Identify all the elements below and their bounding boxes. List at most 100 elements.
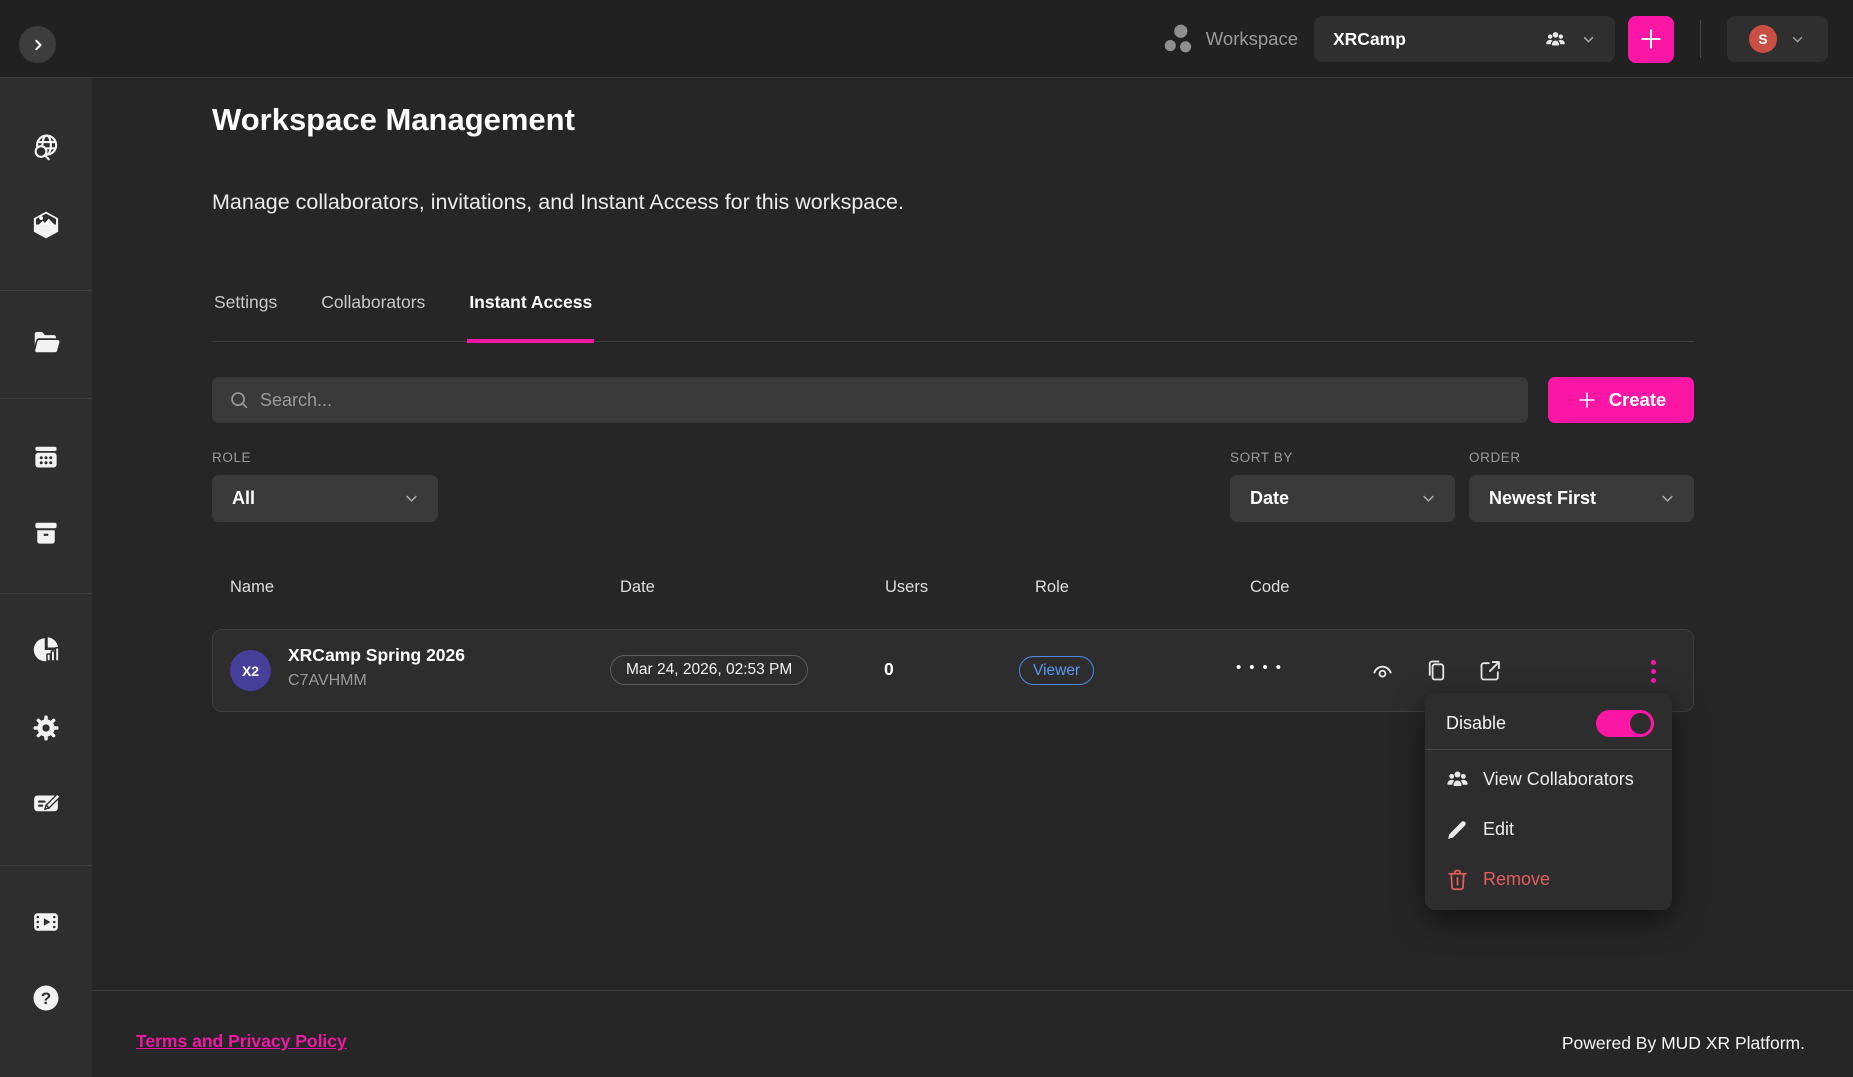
chevron-down-icon xyxy=(1789,31,1806,48)
sidebar-item-events[interactable] xyxy=(31,442,61,472)
disable-label: Disable xyxy=(1446,713,1506,734)
sidebar-item-analytics[interactable] xyxy=(31,635,61,665)
workspace-name: XRCamp xyxy=(1333,29,1544,50)
sidebar-expand-button[interactable] xyxy=(19,26,56,63)
tab-settings[interactable]: Settings xyxy=(212,290,279,343)
menu-item-label: Remove xyxy=(1483,869,1550,890)
chevron-down-icon xyxy=(402,489,421,508)
workspace-logo-icon xyxy=(1161,21,1197,57)
create-button[interactable]: Create xyxy=(1548,377,1694,423)
role-filter-group: ROLE All xyxy=(212,450,438,522)
people-icon xyxy=(1544,28,1567,51)
column-header-name: Name xyxy=(230,578,274,597)
menu-divider xyxy=(1425,749,1672,750)
order-value: Newest First xyxy=(1489,488,1596,509)
powered-by-text: Powered By MUD XR Platform. xyxy=(1562,1033,1805,1054)
tab-bar: Settings Collaborators Instant Access xyxy=(212,290,1694,343)
menu-item-label: View Collaborators xyxy=(1483,769,1634,790)
plus-icon xyxy=(1638,26,1664,52)
globe-search-icon xyxy=(31,132,61,162)
disable-toggle[interactable] xyxy=(1596,710,1654,737)
reveal-eye-icon xyxy=(1369,657,1396,684)
column-header-role: Role xyxy=(1035,578,1069,597)
open-link-button[interactable] xyxy=(1477,657,1504,684)
search-input[interactable] xyxy=(212,377,1528,423)
role-filter-dropdown[interactable]: All xyxy=(212,475,438,522)
archive-box-icon xyxy=(31,518,61,548)
main-content: Workspace Management Manage collaborator… xyxy=(92,78,1853,1077)
svg-text:?: ? xyxy=(41,989,51,1008)
chevron-down-icon xyxy=(1580,31,1597,48)
terms-privacy-link[interactable]: Terms and Privacy Policy xyxy=(136,1031,347,1052)
sort-dropdown[interactable]: Date xyxy=(1230,475,1455,522)
order-filter-group: ORDER Newest First xyxy=(1469,450,1694,522)
page-title: Workspace Management xyxy=(212,102,575,138)
user-avatar: S xyxy=(1749,25,1777,53)
sidebar-item-content-editor[interactable] xyxy=(31,788,61,818)
chevron-down-icon xyxy=(1658,489,1677,508)
film-play-icon xyxy=(31,907,61,937)
help-circle-icon: ? xyxy=(31,983,61,1013)
reveal-code-button[interactable] xyxy=(1369,657,1396,684)
trash-icon xyxy=(1445,867,1470,892)
add-workspace-button[interactable] xyxy=(1628,16,1674,63)
sidebar-item-archive[interactable] xyxy=(31,518,61,548)
row-users-count: 0 xyxy=(884,659,894,680)
workspace-brand: Workspace xyxy=(1161,21,1298,57)
workspace-label: Workspace xyxy=(1206,28,1298,50)
column-header-code: Code xyxy=(1250,578,1289,597)
row-actions-menu-button[interactable] xyxy=(1637,651,1669,691)
role-filter-label: ROLE xyxy=(212,450,438,465)
people-icon xyxy=(1445,767,1470,792)
create-button-label: Create xyxy=(1609,389,1667,411)
sidebar-item-help[interactable]: ? xyxy=(31,983,61,1013)
sidebar-divider xyxy=(0,593,92,594)
sidebar-item-spaces[interactable] xyxy=(31,210,61,240)
topbar-divider xyxy=(1700,20,1701,58)
tab-instant-access[interactable]: Instant Access xyxy=(467,290,594,343)
page-subtitle: Manage collaborators, invitations, and I… xyxy=(212,190,904,215)
sidebar-item-explore[interactable] xyxy=(31,132,61,162)
copy-code-button[interactable] xyxy=(1423,657,1450,684)
menu-item-label: Edit xyxy=(1483,819,1514,840)
sidebar-item-projects[interactable] xyxy=(31,327,61,357)
calendar-grid-icon xyxy=(31,442,61,472)
row-role-badge: Viewer xyxy=(1019,656,1094,685)
sidebar-divider xyxy=(0,865,92,866)
sidebar-divider xyxy=(0,398,92,399)
tab-collaborators[interactable]: Collaborators xyxy=(319,290,427,343)
sidebar: ? xyxy=(0,78,92,1077)
pie-chart-icon xyxy=(31,635,61,665)
copy-icon xyxy=(1423,657,1450,684)
workspace-selector[interactable]: XRCamp xyxy=(1314,16,1615,62)
menu-item-view-collaborators[interactable]: View Collaborators xyxy=(1425,754,1672,804)
role-filter-value: All xyxy=(232,488,255,509)
sort-value: Date xyxy=(1250,488,1289,509)
menu-item-disable: Disable xyxy=(1425,699,1672,747)
column-header-date: Date xyxy=(620,578,655,597)
toggle-knob xyxy=(1630,713,1651,734)
chevron-down-icon xyxy=(1419,489,1438,508)
row-name: XRCamp Spring 2026 xyxy=(288,645,465,666)
external-link-icon xyxy=(1477,657,1504,684)
menu-item-edit[interactable]: Edit xyxy=(1425,804,1672,854)
table-header: Name Date Users Role Code xyxy=(212,578,1694,600)
cube-photo-icon xyxy=(31,210,61,240)
order-dropdown[interactable]: Newest First xyxy=(1469,475,1694,522)
order-filter-label: ORDER xyxy=(1469,450,1694,465)
row-code-id: C7AVHMM xyxy=(288,672,367,690)
gear-icon xyxy=(31,713,61,743)
row-context-menu: Disable View Collaborators Edit xyxy=(1425,693,1672,910)
search-field xyxy=(212,377,1528,423)
sidebar-item-tutorials[interactable] xyxy=(31,907,61,937)
row-date-badge: Mar 24, 2026, 02:53 PM xyxy=(610,655,808,685)
account-menu-button[interactable]: S xyxy=(1727,16,1828,62)
menu-item-remove[interactable]: Remove xyxy=(1425,854,1672,904)
sort-filter-group: SORT BY Date xyxy=(1230,450,1455,522)
card-edit-icon xyxy=(31,788,61,818)
sidebar-item-settings[interactable] xyxy=(31,713,61,743)
pencil-icon xyxy=(1445,817,1470,842)
folder-open-icon xyxy=(31,327,61,357)
topbar: Workspace XRCamp xyxy=(0,0,1853,78)
plus-icon xyxy=(1576,389,1598,411)
